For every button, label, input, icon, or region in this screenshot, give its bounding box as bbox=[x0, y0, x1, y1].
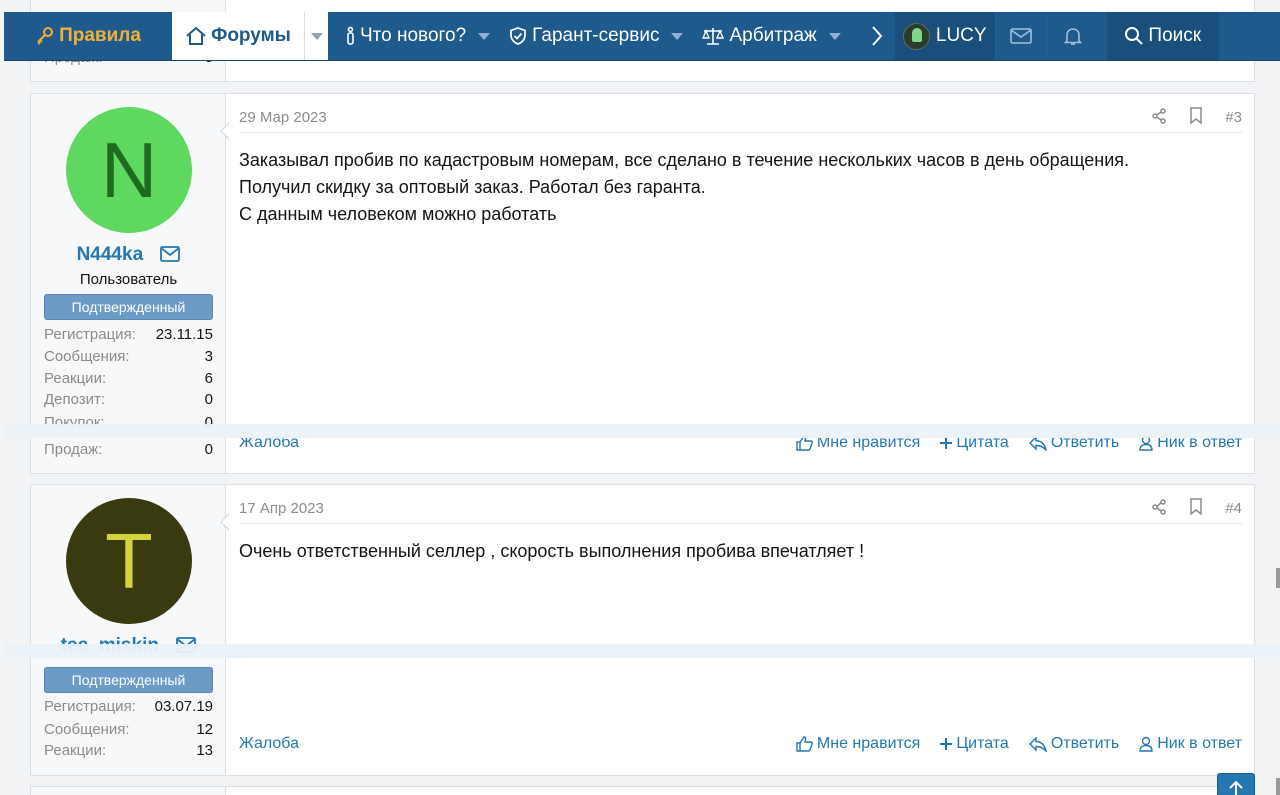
post-date[interactable]: 17 Апр 2023 bbox=[239, 500, 324, 517]
scales-icon bbox=[702, 28, 725, 45]
post-date[interactable]: 29 Мар 2023 bbox=[239, 109, 327, 126]
stat-deposit: Депозит: 0 bbox=[44, 391, 213, 408]
post-tools: #4 bbox=[1151, 498, 1242, 519]
post-tools: #3 bbox=[1151, 107, 1242, 128]
post-main: 29 Мар 2023 #3 Заказывал пробив по кадас… bbox=[226, 94, 1254, 473]
quote-button[interactable]: Цитата bbox=[940, 735, 1009, 753]
overlay-band bbox=[4, 644, 1280, 658]
nav-guarantee[interactable]: Гарант-сервис bbox=[490, 12, 684, 60]
nav-arbitration[interactable]: Арбитраж bbox=[683, 12, 841, 60]
share-icon[interactable] bbox=[1151, 498, 1167, 519]
reply-button[interactable]: Ответить bbox=[1028, 735, 1119, 753]
post-actions: Мне нравится Цитата Ответить Ник в ответ bbox=[796, 735, 1242, 753]
post-3: N N444ka Пользователь Подтвержденный Рег… bbox=[30, 93, 1255, 474]
post-user-cell: T tee_miskin Подтвержденный Регистрация:… bbox=[31, 485, 230, 775]
nav-forums-dropdown[interactable] bbox=[304, 12, 328, 60]
avatar[interactable]: T bbox=[66, 498, 192, 624]
like-button[interactable]: Мне нравится bbox=[796, 735, 920, 753]
plus-icon bbox=[940, 437, 953, 449]
post-number[interactable]: #4 bbox=[1225, 500, 1242, 517]
avatar[interactable]: N bbox=[66, 107, 192, 233]
post-number[interactable]: #3 bbox=[1225, 109, 1242, 126]
viewport: Продаж: 0 Правила Форумы Что нового? Гар… bbox=[4, 0, 1280, 795]
key-icon bbox=[37, 27, 54, 45]
scroll-to-top-button[interactable] bbox=[1217, 773, 1255, 795]
home-icon bbox=[186, 26, 206, 45]
post-divider bbox=[239, 132, 1242, 133]
bell-icon bbox=[1064, 28, 1083, 45]
stat-registration: Регистрация: 03.07.19 bbox=[44, 698, 213, 715]
chevron-down-icon bbox=[828, 32, 841, 40]
info-icon bbox=[347, 26, 354, 45]
chevron-down-icon bbox=[478, 32, 491, 40]
bookmark-icon[interactable] bbox=[1189, 107, 1203, 128]
bookmark-icon[interactable] bbox=[1189, 498, 1203, 519]
post-body: Очень ответственный селлер , скорость вы… bbox=[239, 541, 865, 561]
stat-sales: Продаж: 0 bbox=[44, 441, 213, 458]
stat-reactions: Реакции: 13 bbox=[44, 742, 213, 759]
nav-inbox[interactable] bbox=[994, 12, 1047, 60]
nav-scroll-right[interactable] bbox=[859, 12, 895, 60]
post-main: 17 Апр 2023 #4 Очень ответственный селле… bbox=[226, 485, 1254, 775]
scrollbar-thumb[interactable] bbox=[1276, 778, 1280, 795]
nav-user-account[interactable]: LUCY bbox=[894, 12, 995, 60]
stat-reactions: Реакции: 6 bbox=[44, 370, 213, 387]
chevron-right-icon bbox=[871, 26, 883, 46]
user-title: Пользователь bbox=[79, 271, 178, 288]
scrollbar-thumb[interactable] bbox=[1276, 568, 1280, 588]
nav-forums[interactable]: Форумы bbox=[172, 12, 304, 60]
stat-registration: Регистрация: 23.11.15 bbox=[44, 326, 213, 343]
arrow-up-icon bbox=[1229, 780, 1243, 795]
report-link[interactable]: Жалоба bbox=[239, 735, 299, 753]
post-divider bbox=[239, 523, 1242, 524]
shield-check-icon bbox=[510, 27, 527, 45]
username-link[interactable]: N444ka bbox=[31, 244, 226, 268]
nav-search[interactable]: Поиск bbox=[1106, 12, 1219, 60]
user-badge: Подтвержденный bbox=[44, 667, 213, 693]
top-navigation: Правила Форумы Что нового? Гарант-сервис… bbox=[4, 12, 1280, 61]
post-user-cell: N N444ka Пользователь Подтвержденный Рег… bbox=[31, 94, 230, 473]
chevron-down-icon bbox=[310, 32, 323, 40]
overlay-band bbox=[4, 424, 1280, 438]
envelope-icon[interactable] bbox=[160, 246, 181, 268]
envelope-icon bbox=[1010, 28, 1033, 44]
mention-button[interactable]: Ник в ответ bbox=[1139, 735, 1242, 753]
post-4: T tee_miskin Подтвержденный Регистрация:… bbox=[30, 484, 1255, 776]
chevron-down-icon bbox=[671, 32, 684, 40]
nav-alerts[interactable] bbox=[1046, 12, 1099, 60]
avatar bbox=[902, 22, 930, 50]
next-post bbox=[30, 786, 1255, 795]
user-badge: Подтвержденный bbox=[44, 294, 213, 320]
reply-icon bbox=[1028, 736, 1047, 752]
post-footer: Жалоба Мне нравится Цитата Ответить Ник … bbox=[239, 735, 1242, 753]
nav-whats-new[interactable]: Что нового? bbox=[328, 12, 491, 60]
plus-icon bbox=[940, 738, 953, 750]
post-body: Заказывал пробив по кадастровым номерам,… bbox=[239, 150, 1130, 224]
stat-messages: Сообщения: 12 bbox=[44, 721, 213, 738]
share-icon[interactable] bbox=[1151, 107, 1167, 128]
search-icon bbox=[1125, 27, 1144, 45]
user-icon bbox=[1139, 736, 1153, 752]
thumbs-up-icon bbox=[796, 736, 813, 752]
stat-messages: Сообщения: 3 bbox=[44, 348, 213, 365]
nav-rules[interactable]: Правила bbox=[4, 12, 172, 60]
